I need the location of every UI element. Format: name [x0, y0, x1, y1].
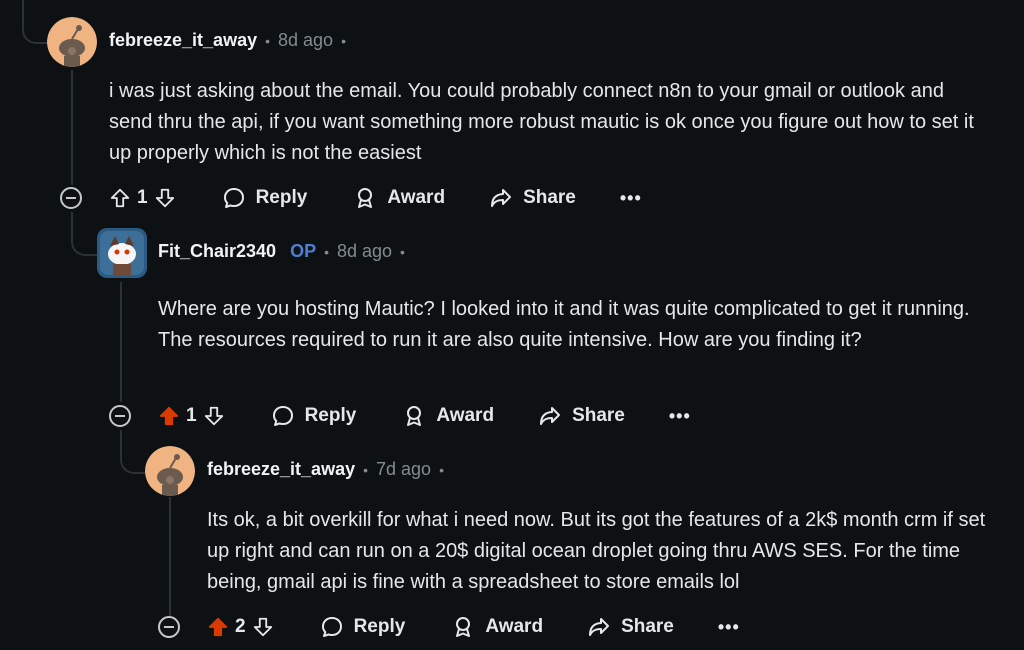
downvote-icon[interactable] [203, 405, 225, 427]
reply-label: Reply [304, 405, 357, 426]
collapse-icon[interactable] [60, 187, 82, 209]
username[interactable]: febreeze_it_away [109, 30, 257, 51]
timestamp[interactable]: 7d ago [376, 459, 431, 480]
more-options-icon[interactable]: ••• [669, 406, 691, 427]
thread-line [120, 282, 122, 402]
award-label: Award [436, 405, 495, 426]
separator-dot: • [363, 461, 368, 478]
downvote-icon[interactable] [154, 187, 176, 209]
reply-icon [223, 188, 244, 208]
comment-body: Its ok, a bit overkill for what i need n… [207, 509, 986, 593]
username[interactable]: febreeze_it_away [207, 459, 355, 480]
award-icon [407, 406, 422, 426]
award-label: Award [387, 187, 446, 208]
share-icon [491, 189, 512, 207]
snoo-avatar-icon [47, 17, 97, 67]
reply-label: Reply [255, 187, 308, 208]
op-badge: OP [290, 241, 317, 261]
comment-actions: 1 Reply Award Share ••• [109, 401, 691, 431]
comment-actions: 2 Reply Award Share ••• [158, 612, 740, 642]
award-icon [456, 617, 471, 637]
downvote-icon[interactable] [252, 616, 274, 638]
reply-label: Reply [353, 616, 406, 637]
share-label: Share [523, 187, 576, 208]
username[interactable]: Fit_Chair2340 [158, 241, 276, 262]
avatar[interactable] [97, 228, 147, 278]
share-icon [589, 618, 610, 636]
vote-score: 1 [186, 405, 197, 426]
collapse-icon[interactable] [158, 616, 180, 638]
vote-score: 1 [137, 187, 148, 208]
vote-group: 2 [207, 616, 274, 638]
more-options-icon[interactable]: ••• [620, 188, 642, 209]
thread-line [169, 497, 171, 617]
upvote-icon[interactable] [158, 405, 180, 427]
avatar[interactable] [47, 17, 97, 67]
thread-elbow [22, 0, 48, 44]
award-button[interactable]: Award [353, 186, 445, 210]
comment-actions: 1 Reply Award Share ••• [60, 183, 642, 213]
thread-line [71, 70, 73, 185]
avatar[interactable] [145, 446, 195, 496]
comment-meta: Fit_Chair2340 OP • 8d ago • [158, 241, 413, 262]
snoo-avatar-icon [145, 446, 195, 496]
share-button[interactable]: Share [538, 404, 625, 428]
separator-dot: • [265, 32, 270, 49]
separator-dot: • [341, 32, 346, 49]
collapse-icon[interactable] [109, 405, 131, 427]
award-label: Award [485, 616, 544, 637]
timestamp[interactable]: 8d ago [337, 241, 392, 262]
comment-meta: febreeze_it_away • 7d ago • [207, 459, 452, 480]
reply-button[interactable]: Reply [222, 186, 308, 210]
reply-button[interactable]: Reply [271, 404, 357, 428]
separator-dot: • [400, 243, 405, 260]
thread-elbow [120, 430, 146, 474]
award-button[interactable]: Award [451, 615, 543, 639]
more-options-icon[interactable]: ••• [718, 617, 740, 638]
upvote-icon[interactable] [207, 616, 229, 638]
vote-group: 1 [109, 187, 176, 209]
vote-score: 2 [235, 616, 246, 637]
separator-dot: • [439, 461, 444, 478]
share-button[interactable]: Share [587, 615, 674, 639]
reply-icon [321, 617, 342, 637]
separator-dot: • [324, 243, 329, 260]
snoo-avatar-icon [97, 228, 147, 278]
reply-icon [272, 406, 293, 426]
thread-elbow [71, 212, 99, 256]
comment-meta: febreeze_it_away • 8d ago • [109, 30, 354, 51]
share-button[interactable]: Share [489, 186, 576, 210]
comment-body: Where are you hosting Mautic? I looked i… [158, 298, 970, 351]
upvote-icon[interactable] [109, 187, 131, 209]
timestamp[interactable]: 8d ago [278, 30, 333, 51]
award-icon [358, 188, 373, 208]
vote-group: 1 [158, 405, 225, 427]
reply-button[interactable]: Reply [320, 615, 406, 639]
comment-body: i was just asking about the email. You c… [109, 80, 974, 164]
share-label: Share [572, 405, 625, 426]
award-button[interactable]: Award [402, 404, 494, 428]
share-icon [540, 407, 561, 425]
share-label: Share [621, 616, 674, 637]
